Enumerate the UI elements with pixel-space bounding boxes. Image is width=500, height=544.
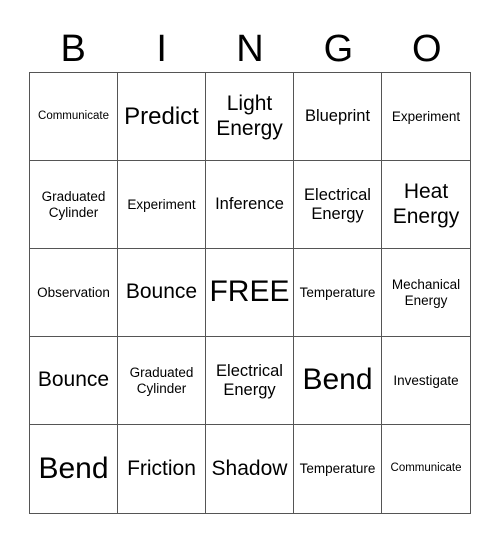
- bingo-cell[interactable]: Experiment: [382, 73, 470, 161]
- bingo-cell[interactable]: Bend: [294, 337, 382, 425]
- bingo-cell[interactable]: Electrical Energy: [294, 161, 382, 249]
- bingo-cell[interactable]: Communicate: [382, 425, 470, 513]
- bingo-cell[interactable]: Bounce: [30, 337, 118, 425]
- bingo-cell[interactable]: Experiment: [118, 161, 206, 249]
- bingo-cell[interactable]: Mechanical Energy: [382, 249, 470, 337]
- header-letter-o: O: [412, 28, 442, 70]
- bingo-cell[interactable]: Friction: [118, 425, 206, 513]
- bingo-cell[interactable]: Inference: [206, 161, 294, 249]
- bingo-cell[interactable]: Observation: [30, 249, 118, 337]
- bingo-cell[interactable]: Bounce: [118, 249, 206, 337]
- free-space-cell[interactable]: FREE: [206, 249, 294, 337]
- bingo-card-grid: Communicate Predict Light Energy Blueprint E…: [29, 72, 471, 514]
- bingo-header: B I N G O: [29, 26, 471, 72]
- bingo-cell[interactable]: Temperature: [294, 249, 382, 337]
- header-letter-b: B: [60, 28, 86, 70]
- bingo-cell[interactable]: Heat Energy: [382, 161, 470, 249]
- bingo-cell[interactable]: Light Energy: [206, 73, 294, 161]
- bingo-cell[interactable]: Temperature: [294, 425, 382, 513]
- header-letter-i: I: [156, 28, 167, 70]
- bingo-cell[interactable]: Bend: [30, 425, 118, 513]
- bingo-cell[interactable]: Electrical Energy: [206, 337, 294, 425]
- bingo-cell[interactable]: Graduated Cylinder: [30, 161, 118, 249]
- header-letter-n: N: [236, 28, 264, 70]
- bingo-cell[interactable]: Investigate: [382, 337, 470, 425]
- header-letter-g: G: [323, 28, 354, 70]
- bingo-cell[interactable]: Graduated Cylinder: [118, 337, 206, 425]
- bingo-cell[interactable]: Predict: [118, 73, 206, 161]
- bingo-cell[interactable]: Blueprint: [294, 73, 382, 161]
- bingo-cell[interactable]: Shadow: [206, 425, 294, 513]
- bingo-cell[interactable]: Communicate: [30, 73, 118, 161]
